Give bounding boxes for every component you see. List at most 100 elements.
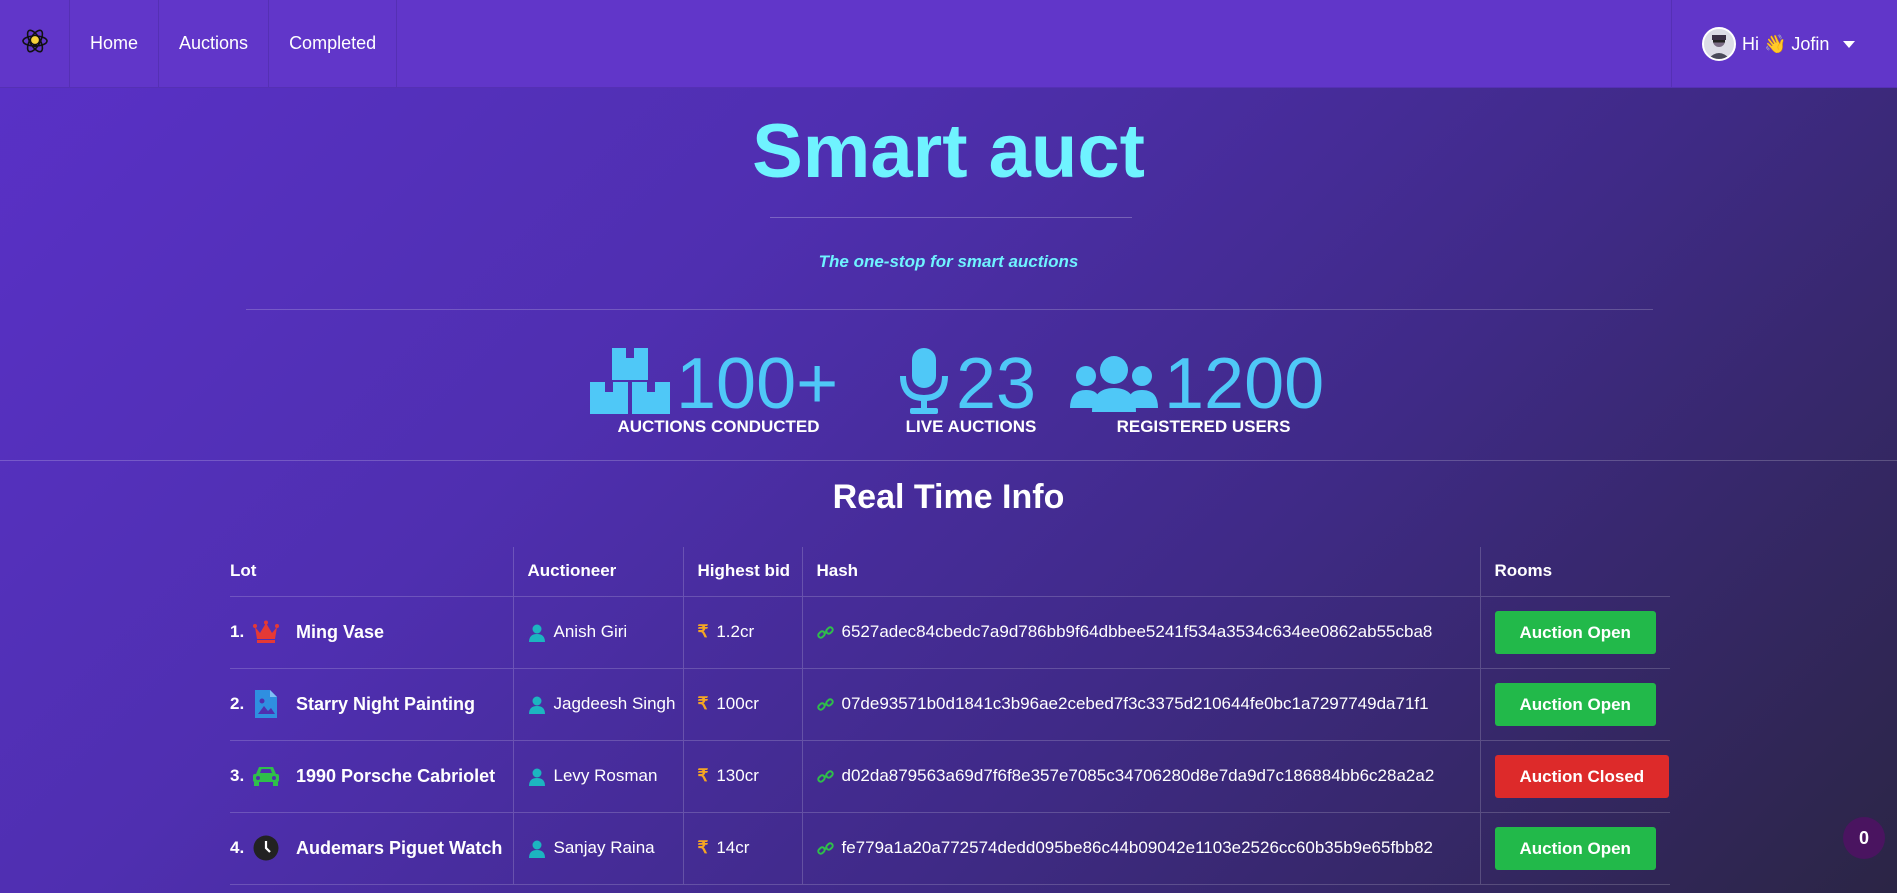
auctioneer-cell: Levy Rosman (512, 740, 683, 813)
hash-link[interactable]: 07de93571b0d1841c3b96ae2cebed7f3c3375d21… (842, 694, 1429, 713)
crown-icon (252, 618, 280, 646)
auction-open-button[interactable]: Auction Open (1494, 610, 1656, 654)
auctioneer-cell: Jagdeesh Singh (512, 668, 683, 741)
bid-cell: ₹130cr (682, 740, 802, 813)
microphone-icon (898, 346, 950, 421)
rooms-cell: Auction Open (1479, 596, 1670, 669)
brand-logo[interactable] (0, 0, 70, 88)
hash-cell: fe779a1a20a772574dedd095be86c44b09042e11… (801, 812, 1480, 885)
lot-number: 4. (230, 838, 245, 857)
auctioneer-name: Levy Rosman (553, 766, 658, 785)
column-header-highest-bid: Highest bid (682, 547, 802, 597)
bid-value: 130cr (716, 765, 759, 785)
auction-closed-button[interactable]: Auction Closed (1494, 754, 1670, 798)
auctioneer-name: Anish Giri (553, 622, 628, 641)
lot-number: 3. (230, 766, 245, 785)
nav-completed[interactable]: Completed (269, 0, 398, 88)
table-row: 4. Audemars Piguet Watch Sanjay Raina ₹1… (230, 812, 1670, 885)
stat-live-auctions: 23 (898, 346, 1036, 421)
table-row: 1. Ming Vase Anish Giri ₹1.2cr 6527adec8… (230, 596, 1670, 669)
stat-label: LIVE AUCTIONS (905, 417, 1037, 436)
bid-cell: ₹14cr (682, 812, 802, 885)
bid-cell: ₹1.2cr (682, 596, 802, 669)
bid-value: 14cr (716, 837, 750, 857)
column-header-rooms: Rooms (1479, 547, 1670, 597)
rupee-icon: ₹ (697, 766, 709, 786)
bid-cell: ₹100cr (682, 668, 802, 741)
table-row: 2. Starry Night Painting Jagdeesh Singh (230, 668, 1670, 741)
stat-registered-users: 1200 (1070, 346, 1324, 421)
clock-icon (252, 834, 280, 862)
image-file-icon (252, 690, 280, 718)
nav-auctions[interactable]: Auctions (159, 0, 270, 88)
rupee-icon: ₹ (697, 838, 709, 858)
stat-value: 23 (956, 343, 1037, 424)
hash-link[interactable]: fe779a1a20a772574dedd095be86c44b09042e11… (842, 838, 1434, 857)
link-icon (816, 624, 834, 641)
user-icon (528, 840, 546, 858)
user-greeting: Hi 👋 Jofin (1742, 33, 1830, 54)
page-title: Smart auct (752, 109, 1145, 194)
divider (0, 460, 1897, 461)
link-icon (816, 768, 834, 785)
lot-cell: 2. Starry Night Painting (230, 690, 513, 718)
auction-open-button[interactable]: Auction Open (1494, 682, 1656, 726)
column-header-auctioneer: Auctioneer (512, 547, 683, 597)
table-header-row: Lot Auctioneer Highest bid Hash Rooms (230, 547, 1670, 597)
section-title: Real Time Info (832, 478, 1065, 516)
bid-value: 100cr (716, 693, 759, 713)
users-icon (1070, 346, 1158, 421)
hash-link[interactable]: 6527adec84cbedc7a9d786bb9f64dbbee5241f53… (842, 622, 1433, 641)
atom-bulb-icon (21, 27, 49, 60)
rupee-icon: ₹ (697, 694, 709, 714)
hash-link[interactable]: d02da879563a69d7f6f8e357e7085c34706280d8… (842, 766, 1435, 785)
link-icon (816, 696, 834, 713)
top-navbar: Home Auctions Completed Hi 👋 Jofin (0, 0, 1897, 88)
user-icon (528, 624, 546, 642)
avatar (1702, 27, 1736, 61)
divider (246, 309, 1653, 310)
boxes-icon (590, 346, 670, 421)
lot-number: 2. (230, 694, 245, 713)
auctioneer-cell: Sanjay Raina (512, 812, 683, 885)
column-header-lot: Lot (230, 547, 513, 597)
link-icon (816, 840, 834, 857)
rooms-cell: Auction Open (1479, 668, 1670, 741)
hash-cell: 6527adec84cbedc7a9d786bb9f64dbbee5241f53… (801, 596, 1480, 669)
user-icon (528, 768, 546, 786)
lot-cell: 3. 1990 Porsche Cabriolet (230, 762, 513, 790)
stat-auctions-conducted: 100+ (590, 346, 838, 421)
notification-badge[interactable]: 0 (1843, 817, 1885, 859)
divider (770, 217, 1132, 218)
stat-value: 1200 (1164, 343, 1325, 424)
lot-number: 1. (230, 622, 245, 641)
lot-name[interactable]: Audemars Piguet Watch (296, 838, 502, 859)
tagline: The one-stop for smart auctions (818, 252, 1079, 271)
chevron-down-icon[interactable] (1843, 40, 1856, 48)
real-time-info-table: Lot Auctioneer Highest bid Hash Rooms 1. (230, 547, 1670, 885)
bid-value: 1.2cr (716, 621, 755, 641)
stat-value: 100+ (676, 343, 839, 424)
rooms-cell: Auction Open (1479, 812, 1670, 885)
column-header-hash: Hash (801, 547, 1480, 597)
lot-cell: 4. Audemars Piguet Watch (230, 834, 513, 862)
stat-label: AUCTIONS CONDUCTED (617, 417, 820, 436)
table-row: 3. 1990 Porsche Cabriolet Levy Rosman ₹ … (230, 740, 1670, 813)
nav-home[interactable]: Home (70, 0, 160, 88)
lot-name[interactable]: Starry Night Painting (296, 694, 475, 715)
rooms-cell: Auction Closed (1479, 740, 1670, 813)
car-icon (252, 762, 280, 790)
user-menu[interactable]: Hi 👋 Jofin (1671, 0, 1897, 88)
hash-cell: d02da879563a69d7f6f8e357e7085c34706280d8… (801, 740, 1480, 813)
lot-cell: 1. Ming Vase (230, 618, 513, 646)
lot-name[interactable]: Ming Vase (296, 622, 384, 643)
auctioneer-name: Sanjay Raina (553, 838, 655, 857)
stat-label: REGISTERED USERS (1116, 417, 1291, 436)
rupee-icon: ₹ (697, 622, 709, 642)
hash-cell: 07de93571b0d1841c3b96ae2cebed7f3c3375d21… (801, 668, 1480, 741)
auction-open-button[interactable]: Auction Open (1494, 826, 1656, 870)
lot-name[interactable]: 1990 Porsche Cabriolet (296, 766, 495, 787)
auctioneer-cell: Anish Giri (512, 596, 683, 669)
user-icon (528, 696, 546, 714)
auctioneer-name: Jagdeesh Singh (553, 694, 676, 713)
